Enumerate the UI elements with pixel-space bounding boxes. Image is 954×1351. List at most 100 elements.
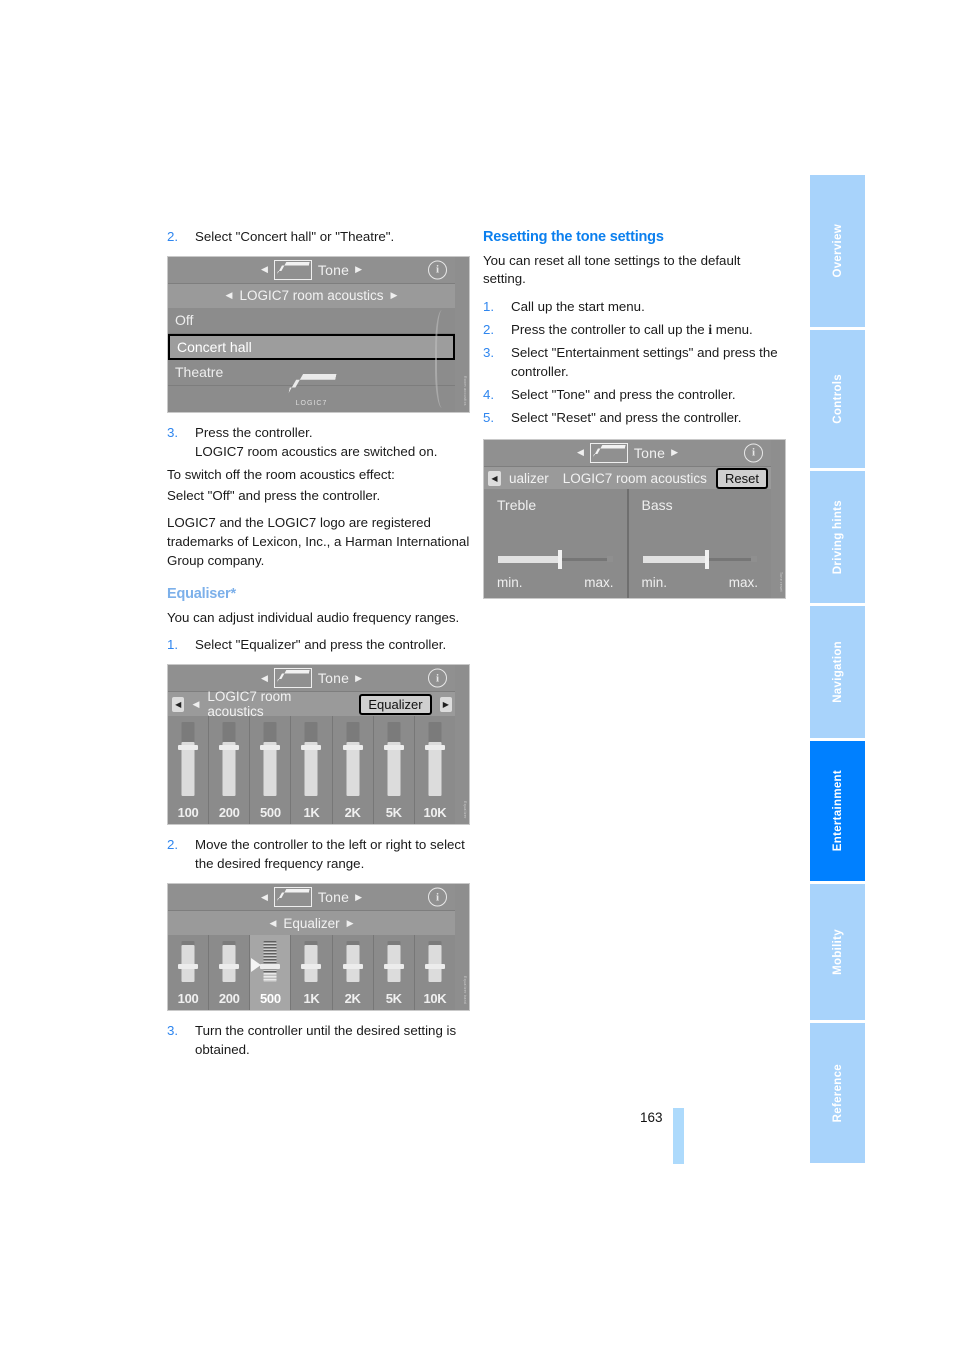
menu-left-arrow-icon[interactable]: ◀ — [269, 918, 276, 928]
eq-band-100[interactable]: 100 — [168, 716, 210, 825]
right-arrow-icon[interactable]: ▶ — [355, 265, 362, 274]
eq-knob[interactable] — [424, 745, 445, 751]
eq-knob[interactable] — [301, 745, 322, 751]
sidebar-item-label: Entertainment — [831, 770, 844, 852]
menu-label[interactable]: Equalizer — [283, 916, 339, 931]
right-arrow-icon[interactable]: ▶ — [355, 892, 362, 902]
menu-button-equalizer[interactable]: Equalizer — [359, 693, 432, 715]
info-icon[interactable]: i — [428, 260, 447, 280]
right-arrow-icon[interactable]: ▶ — [671, 448, 678, 457]
step-number: 2. — [167, 229, 179, 244]
screen-title: Tone — [317, 889, 350, 906]
slider-thumb[interactable] — [557, 549, 562, 569]
eq-band-500[interactable]: 500 — [250, 716, 292, 825]
eq-band-label: 200 — [218, 991, 240, 1007]
figure-caption-micro: Room acoustics — [463, 376, 467, 406]
sidebar-item-navigation[interactable]: Navigation — [810, 606, 865, 738]
sidebar-item-entertainment[interactable]: Entertainment — [810, 741, 865, 881]
eq-band-label: 500 — [259, 805, 281, 821]
menu-scroll-right-icon[interactable]: ▶ — [439, 696, 452, 712]
figure-equalizer-band-selected: ◀ Tone ▶ i ◀ Equalizer ▶ 100 200 500 1K … — [167, 883, 470, 1012]
eq-knob[interactable] — [342, 745, 363, 751]
slider-bass[interactable] — [642, 549, 757, 569]
eq-band-10k[interactable]: 10K — [414, 716, 455, 825]
list-item-concert-hall[interactable]: Concert hall — [168, 333, 455, 360]
left-arrow-icon[interactable]: ◀ — [261, 892, 268, 902]
slider-thumb[interactable] — [705, 549, 710, 569]
figure-caption-micro: Tone reset — [779, 571, 783, 592]
sidebar-item-overview[interactable]: Overview — [810, 175, 865, 327]
figure-room-acoustics: ◀ Tone ▶ i ◀ LOGIC7 room acoustics ▶ Off… — [167, 255, 470, 413]
step-text: Turn the controller until the desired se… — [195, 1023, 457, 1057]
eq-band-200[interactable]: 200 — [209, 935, 251, 1011]
eq-band-5k[interactable]: 5K — [373, 935, 415, 1011]
list-item: 2. Select "Concert hall" or "Theatre". — [167, 228, 470, 247]
sidebar-item-driving-hints[interactable]: Driving hints — [810, 471, 865, 603]
menu-left-arrow-icon[interactable]: ◀ — [226, 291, 233, 300]
eq-knob[interactable] — [342, 964, 363, 970]
step-number: 1. — [167, 637, 179, 653]
equalizer-bands: 100 200 500 1K 2K 5K 10K — [168, 716, 455, 825]
menu-left-arrow-icon[interactable]: ◀ — [192, 699, 199, 709]
eq-band-500[interactable]: 500 — [250, 935, 292, 1011]
slider-cell-treble[interactable]: Treble min. max. — [484, 488, 629, 598]
eq-band-200[interactable]: 200 — [209, 716, 251, 825]
idrive-screen: ◀ Tone ▶ i ◀ ualizer LOGIC7 room acousti… — [484, 439, 771, 598]
eq-knob[interactable] — [178, 964, 199, 970]
list-item-off[interactable]: Off — [168, 308, 455, 334]
slider-treble[interactable] — [498, 549, 613, 569]
eq-knob[interactable] — [260, 745, 281, 751]
scrollbar[interactable] — [435, 309, 449, 408]
menu-label[interactable]: LOGIC7 room acoustics — [239, 288, 383, 303]
screen-title-bar: ◀ Tone ▶ i — [168, 665, 455, 693]
info-icon[interactable]: i — [428, 887, 447, 907]
menu-label-equalizer-clipped[interactable]: ualizer — [509, 471, 549, 486]
menu-right-arrow-icon[interactable]: ▶ — [391, 291, 398, 300]
logic7-watermark-label: LOGIC7 — [295, 400, 328, 408]
menu-label-room-acoustics[interactable]: LOGIC7 room acoustics — [207, 689, 345, 719]
eq-band-label: 200 — [218, 805, 240, 821]
step-number: 1. — [483, 299, 495, 315]
eq-band-10k[interactable]: 10K — [414, 935, 455, 1011]
menu-label-room-acoustics[interactable]: LOGIC7 room acoustics — [563, 471, 707, 486]
eq-band-1k[interactable]: 1K — [291, 716, 333, 825]
sidebar-item-controls[interactable]: Controls — [810, 330, 865, 468]
eq-band-100[interactable]: 100 — [168, 935, 210, 1011]
logic7-logo-icon — [273, 668, 312, 689]
info-icon[interactable]: i — [428, 668, 447, 688]
step-text: Select "Tone" and press the controller. — [511, 386, 736, 402]
left-arrow-icon[interactable]: ◀ — [261, 673, 268, 683]
eq-band-2k[interactable]: 2K — [332, 935, 374, 1011]
menu-scroll-left-icon[interactable]: ◀ — [488, 471, 501, 487]
eq-knob[interactable] — [383, 964, 404, 970]
menu-button-reset[interactable]: Reset — [716, 468, 768, 490]
left-arrow-icon[interactable]: ◀ — [577, 448, 584, 457]
sidebar-item-reference[interactable]: Reference — [810, 1023, 865, 1163]
eq-knob[interactable] — [219, 745, 240, 751]
eq-knob[interactable] — [260, 964, 281, 970]
eq-knob[interactable] — [301, 964, 322, 970]
eq-band-2k[interactable]: 2K — [332, 716, 374, 825]
right-arrow-icon[interactable]: ▶ — [355, 673, 362, 683]
eq-band-1k[interactable]: 1K — [291, 935, 333, 1011]
sidebar-item-mobility[interactable]: Mobility — [810, 884, 865, 1020]
list-item: 2. Move the controller to the left or ri… — [167, 836, 470, 874]
step-number: 4. — [483, 386, 495, 402]
list-item: 4. Select "Tone" and press the controlle… — [483, 386, 786, 405]
menu-right-arrow-icon[interactable]: ▶ — [347, 918, 354, 928]
eq-knob[interactable] — [178, 745, 199, 751]
page-marker-bar — [673, 1108, 684, 1164]
step-text: Move the controller to the left or right… — [195, 837, 465, 872]
eq-knob[interactable] — [383, 745, 404, 751]
info-icon[interactable]: i — [744, 443, 763, 463]
left-arrow-icon[interactable]: ◀ — [261, 265, 268, 274]
eq-band-label: 2K — [344, 805, 361, 821]
slider-cell-bass[interactable]: Bass min. max. — [628, 488, 771, 598]
screen-title: Tone — [633, 444, 666, 461]
eq-knob[interactable] — [219, 964, 240, 970]
eq-knob[interactable] — [424, 964, 445, 970]
eq-band-5k[interactable]: 5K — [373, 716, 415, 825]
step-text-after: menu. — [712, 322, 753, 338]
step-list-press-controller: 3. Press the controller. LOGIC7 room aco… — [167, 424, 470, 462]
menu-scroll-left-icon[interactable]: ◀ — [172, 696, 185, 712]
